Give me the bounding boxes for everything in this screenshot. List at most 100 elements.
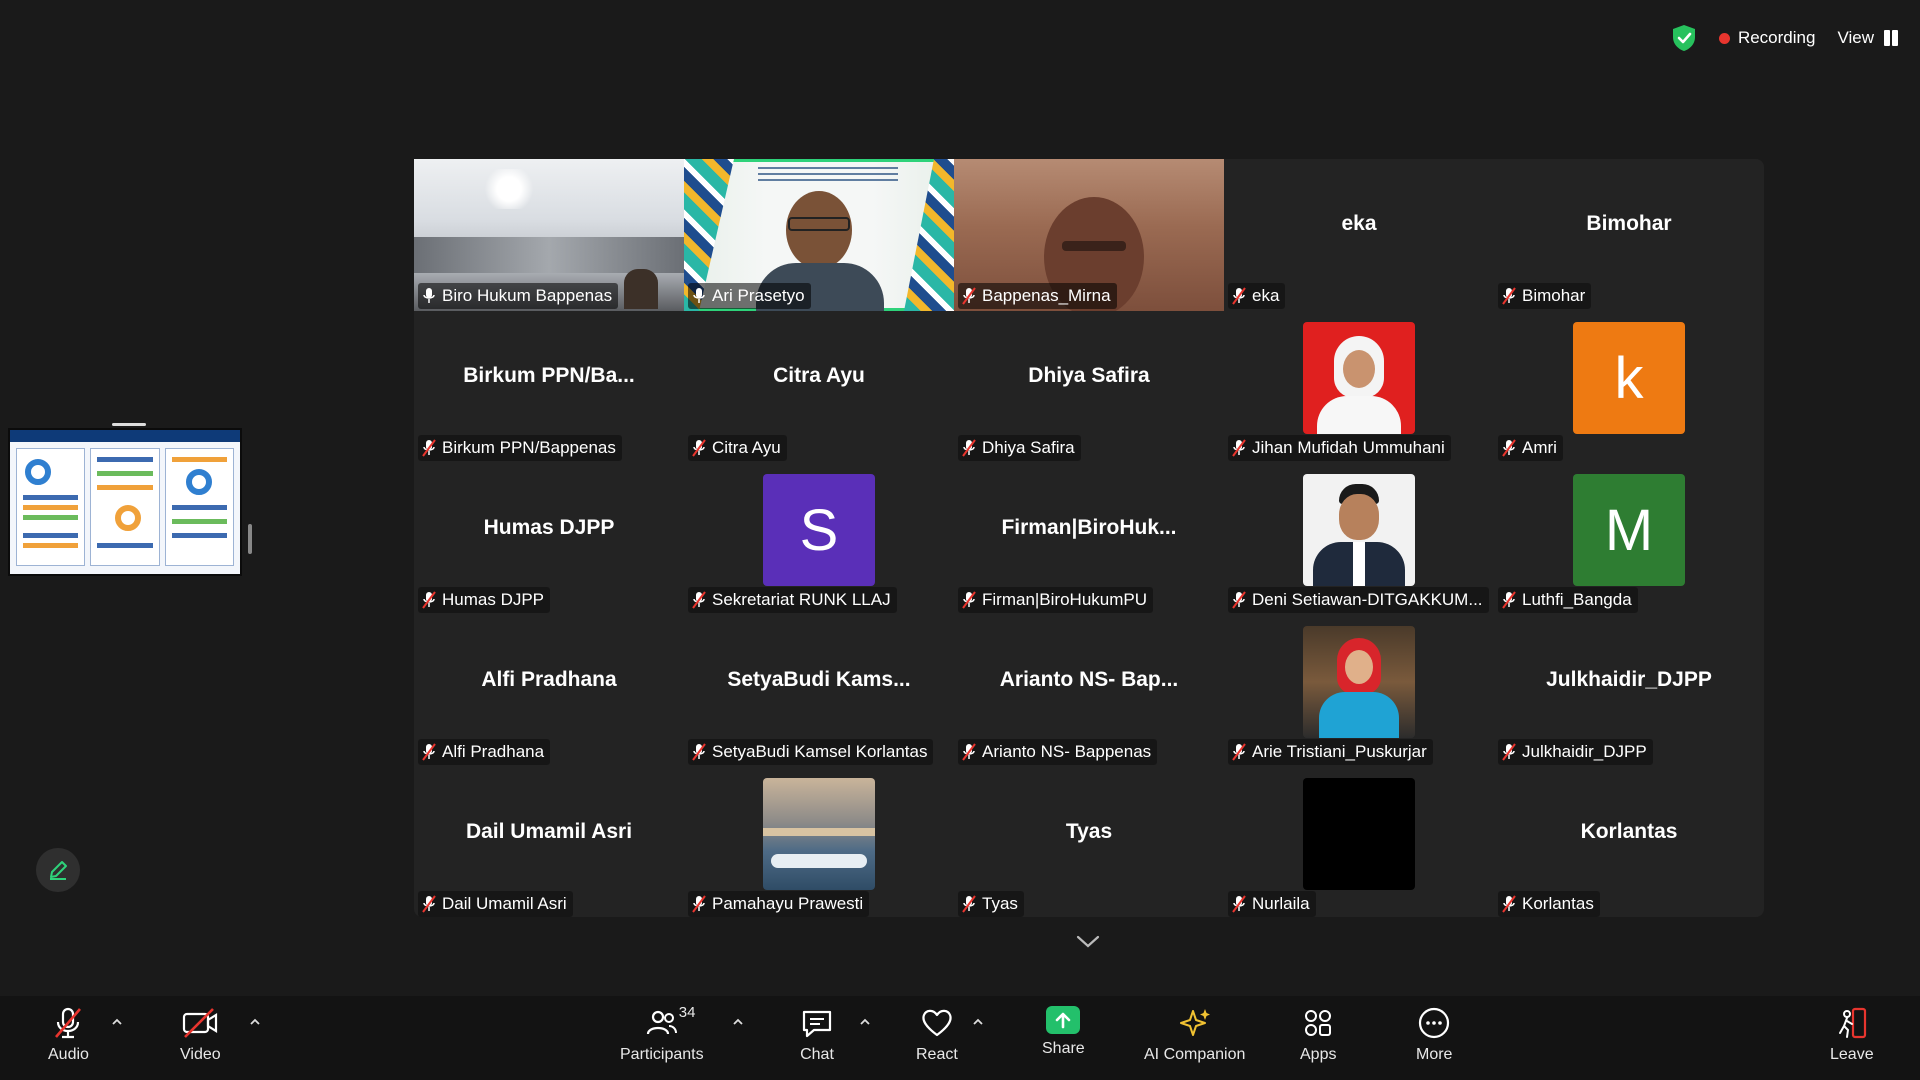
- avatar: [1303, 322, 1415, 434]
- participant-label: Deni Setiawan-DITGAKKUM...: [1228, 587, 1489, 613]
- mic-muted-icon: [962, 287, 976, 305]
- participant-label: Alfi Pradhana: [418, 739, 551, 765]
- mic-muted-icon: [692, 743, 706, 761]
- thumbnail-drag-handle[interactable]: [112, 423, 146, 426]
- participant-tile[interactable]: Dhiya Safira Dhiya Safira: [954, 311, 1224, 463]
- mic-muted-icon: [962, 591, 976, 609]
- participant-label: Dail Umamil Asri: [418, 891, 573, 917]
- apps-button[interactable]: Apps: [1300, 1006, 1336, 1064]
- video-tile-active-speaker[interactable]: Ari Prasetyo: [684, 159, 954, 311]
- mic-icon: [693, 288, 705, 303]
- participant-tile[interactable]: Deni Setiawan-DITGAKKUM...: [1224, 463, 1494, 615]
- leave-button[interactable]: Leave: [1830, 1006, 1874, 1064]
- mic-muted-icon: [692, 439, 706, 457]
- chat-options-caret-icon[interactable]: [859, 1016, 871, 1028]
- participant-label: Dhiya Safira: [958, 435, 1081, 461]
- thumbnail-resize-handle[interactable]: [248, 524, 252, 554]
- more-button[interactable]: More: [1416, 1006, 1452, 1064]
- participant-tile[interactable]: Birkum PPN/Ba... Birkum PPN/Bappenas: [414, 311, 684, 463]
- chat-label: Chat: [800, 1046, 834, 1063]
- participant-tile[interactable]: Bimohar Bimohar: [1494, 159, 1764, 311]
- recording-indicator[interactable]: Recording: [1718, 28, 1815, 48]
- participants-label: Participants: [620, 1046, 704, 1063]
- participant-tile[interactable]: Arianto NS- Bap... Arianto NS- Bappenas: [954, 615, 1224, 767]
- participant-name: Tyas: [982, 894, 1018, 913]
- mic-muted-icon: [422, 439, 436, 457]
- participants-button[interactable]: 34 Participants: [620, 1004, 704, 1064]
- participant-label: Firman|BiroHukumPU: [958, 587, 1154, 613]
- participant-tile[interactable]: Alfi Pradhana Alfi Pradhana: [414, 615, 684, 767]
- mic-muted-icon: [1502, 743, 1516, 761]
- participant-name: SetyaBudi Kamsel Korlantas: [712, 742, 928, 761]
- audio-label: Audio: [48, 1046, 89, 1063]
- participant-tile[interactable]: eka eka: [1224, 159, 1494, 311]
- ai-companion-button[interactable]: AI Companion: [1144, 1006, 1245, 1064]
- participant-display-name: eka: [1341, 212, 1377, 235]
- annotate-button[interactable]: [36, 848, 80, 892]
- audio-button[interactable]: Audio: [48, 1006, 89, 1064]
- share-label: Share: [1042, 1040, 1085, 1057]
- participant-label: Biro Hukum Bappenas: [418, 283, 619, 309]
- mic-muted-icon: [1232, 743, 1246, 761]
- security-shield-icon[interactable]: [1671, 24, 1697, 52]
- mic-muted-icon: [422, 743, 436, 761]
- participant-tile[interactable]: Humas DJPP Humas DJPP: [414, 463, 684, 615]
- participant-tile[interactable]: Citra Ayu Citra Ayu: [684, 311, 954, 463]
- participant-tile[interactable]: S Sekretariat RUNK LLAJ: [684, 463, 954, 615]
- participant-tile[interactable]: Korlantas Korlantas: [1494, 767, 1764, 919]
- participant-tile[interactable]: Pamahayu Prawesti: [684, 767, 954, 919]
- video-tile[interactable]: Biro Hukum Bappenas: [414, 159, 684, 311]
- participant-name: Sekretariat RUNK LLAJ: [712, 590, 891, 609]
- participant-tile[interactable]: Tyas Tyas: [954, 767, 1224, 919]
- shared-screen-thumbnail[interactable]: [8, 428, 242, 576]
- participant-label: Birkum PPN/Bappenas: [418, 435, 622, 461]
- participant-tile[interactable]: Julkhaidir_DJPP Julkhaidir_DJPP: [1494, 615, 1764, 767]
- participant-label: Nurlaila: [1228, 891, 1316, 917]
- participant-display-name: Birkum PPN/Ba...: [463, 364, 635, 387]
- participant-label: Bimohar: [1498, 283, 1592, 309]
- ai-companion-label: AI Companion: [1144, 1046, 1246, 1063]
- participant-label: Sekretariat RUNK LLAJ: [688, 587, 897, 613]
- react-label: React: [916, 1046, 958, 1063]
- participants-icon: [646, 1010, 677, 1035]
- video-button[interactable]: Video: [180, 1006, 221, 1064]
- participant-label: Julkhaidir_DJPP: [1498, 739, 1653, 765]
- participant-display-name: Tyas: [1065, 820, 1113, 843]
- react-button[interactable]: React: [916, 1006, 958, 1064]
- participant-display-name: Firman|BiroHuk...: [1001, 516, 1177, 539]
- avatar: [1303, 778, 1415, 890]
- audio-options-caret-icon[interactable]: [111, 1016, 123, 1028]
- next-page-button[interactable]: [1036, 922, 1140, 962]
- participant-name: Amri: [1522, 438, 1557, 457]
- react-options-caret-icon[interactable]: [972, 1016, 984, 1028]
- participant-name: Deni Setiawan-DITGAKKUM...: [1252, 590, 1483, 609]
- video-tile[interactable]: Bappenas_Mirna: [954, 159, 1224, 311]
- participant-display-name: Korlantas: [1580, 820, 1678, 843]
- participant-tile[interactable]: SetyaBudi Kams... SetyaBudi Kamsel Korla…: [684, 615, 954, 767]
- leave-icon: [1838, 1007, 1866, 1039]
- participant-name: Bimohar: [1522, 286, 1586, 305]
- meeting-toolbar: Audio Video 34 Participants Chat React S…: [0, 996, 1920, 1080]
- mic-muted-icon: [422, 895, 436, 913]
- mic-muted-icon: [1502, 895, 1516, 913]
- participant-tile[interactable]: Jihan Mufidah Ummuhani: [1224, 311, 1494, 463]
- pencil-icon: [50, 861, 67, 880]
- participant-tile[interactable]: Dail Umamil Asri Dail Umamil Asri: [414, 767, 684, 919]
- mic-muted-icon: [692, 591, 706, 609]
- share-button[interactable]: Share: [1042, 1006, 1085, 1058]
- participant-name: Pamahayu Prawesti: [712, 894, 864, 913]
- participant-label: Jihan Mufidah Ummuhani: [1228, 435, 1451, 461]
- chat-button[interactable]: Chat: [800, 1006, 834, 1064]
- participant-tile[interactable]: Firman|BiroHuk... Firman|BiroHukumPU: [954, 463, 1224, 615]
- participant-name: Nurlaila: [1252, 894, 1310, 913]
- view-button[interactable]: View: [1837, 28, 1898, 48]
- mic-muted-icon: [422, 591, 436, 609]
- video-options-caret-icon[interactable]: [249, 1016, 261, 1028]
- participant-tile[interactable]: Arie Tristiani_Puskurjar: [1224, 615, 1494, 767]
- participant-tile[interactable]: Nurlaila: [1224, 767, 1494, 919]
- participant-tile[interactable]: M Luthfi_Bangda: [1494, 463, 1764, 615]
- participant-name: Biro Hukum Bappenas: [442, 286, 613, 305]
- participants-options-caret-icon[interactable]: [732, 1016, 744, 1028]
- top-status-bar: Recording View: [1671, 24, 1898, 52]
- participant-tile[interactable]: k Amri: [1494, 311, 1764, 463]
